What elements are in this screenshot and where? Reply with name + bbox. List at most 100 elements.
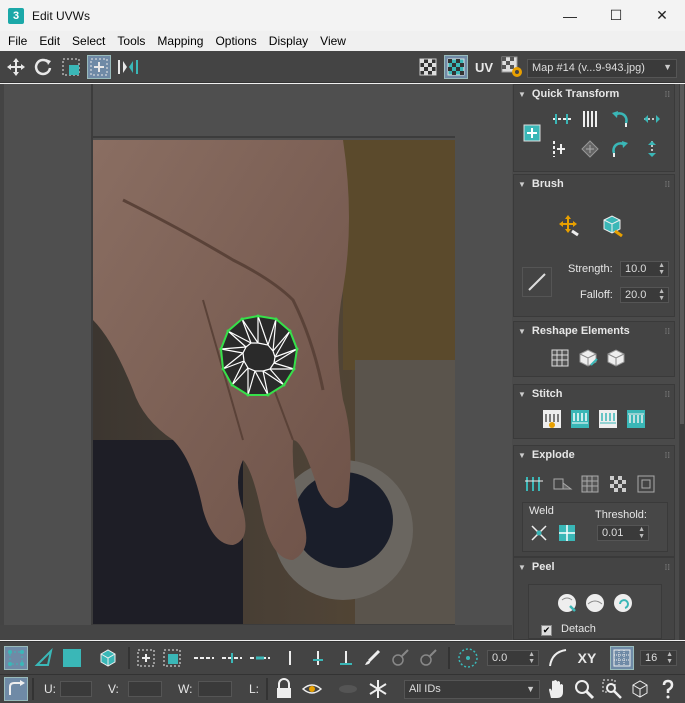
menu-mapping[interactable]: Mapping [151, 34, 209, 48]
spinner-arrows-icon[interactable]: ▲ ▼ [658, 262, 665, 276]
detach-checkbox[interactable]: ✔ [541, 625, 552, 636]
rollout-header-peel[interactable]: ▼ Peel ⁞⁞ [514, 558, 674, 576]
v-coordinate-field[interactable] [128, 681, 162, 697]
flatten-by-polygon-icon[interactable] [578, 472, 602, 496]
grid-snap-icon[interactable] [610, 646, 634, 670]
menu-view[interactable]: View [314, 34, 352, 48]
maximize-button[interactable]: ☐ [593, 0, 639, 31]
shrink-selection-icon[interactable] [160, 646, 184, 670]
lock-icon[interactable] [272, 677, 296, 701]
set-pivot-icon[interactable] [520, 121, 544, 145]
panel-scrollbar[interactable] [679, 84, 685, 640]
close-button[interactable]: ✕ [639, 0, 685, 31]
stitch-average-icon[interactable] [596, 407, 620, 431]
filter-icon[interactable] [336, 677, 360, 701]
pan-hand-icon[interactable] [544, 677, 568, 701]
loop-selection-icon[interactable] [192, 646, 216, 670]
detach-edge-icon[interactable] [550, 472, 574, 496]
shrink-ring-icon[interactable] [334, 646, 358, 670]
spinner-arrows-icon[interactable]: ▲ ▼ [638, 526, 645, 540]
quick-peel-icon[interactable] [555, 591, 579, 615]
mirror-icon[interactable] [116, 55, 140, 79]
straighten-icon[interactable] [578, 137, 602, 161]
space-horizontal-icon[interactable] [640, 107, 664, 131]
w-coordinate-field[interactable] [198, 681, 232, 697]
u-coordinate-field[interactable] [60, 681, 92, 697]
menu-edit[interactable]: Edit [33, 34, 66, 48]
minimize-button[interactable]: — [547, 0, 593, 31]
break-icon[interactable] [522, 472, 546, 496]
viewport-horizontal-scrollbar[interactable] [0, 625, 512, 640]
material-id-select[interactable]: All IDs ▼ [404, 680, 540, 699]
rotation-spinner[interactable]: 0.0 ▲ ▼ [487, 650, 539, 666]
straighten-selection-icon[interactable] [548, 346, 572, 370]
align-vertical-icon[interactable] [578, 107, 602, 131]
xy-plane-button[interactable]: XY [574, 646, 600, 670]
hide-eye-icon[interactable] [300, 677, 324, 701]
polygon-mode-icon[interactable] [60, 646, 84, 670]
space-vertical-icon[interactable] [640, 137, 664, 161]
flatten-icon[interactable] [604, 346, 628, 370]
paint-move-icon[interactable] [554, 211, 582, 239]
rollout-header-quick-transform[interactable]: ▼ Quick Transform ⁞⁞ [514, 85, 674, 103]
threshold-spinner[interactable]: 0.01 ▲ ▼ [597, 525, 649, 541]
absolute-offset-icon[interactable] [4, 677, 28, 701]
edge-mode-icon[interactable] [32, 646, 56, 670]
rotate-icon[interactable] [31, 55, 55, 79]
spinner-arrows-icon[interactable]: ▲ ▼ [528, 651, 535, 665]
flatten-by-smoothing-icon[interactable] [606, 472, 630, 496]
help-icon[interactable] [656, 677, 680, 701]
panel-scrollbar-thumb[interactable] [680, 84, 684, 424]
zoom-region-icon[interactable] [600, 677, 624, 701]
soft-selection-icon[interactable] [456, 646, 480, 670]
shrink-loop-icon[interactable] [248, 646, 272, 670]
menu-select[interactable]: Select [66, 34, 111, 48]
move-icon[interactable] [4, 55, 28, 79]
stitch-to-source-icon[interactable] [568, 407, 592, 431]
paint-select-icon[interactable] [360, 646, 384, 670]
grid-size-spinner[interactable]: 16 ▲ ▼ [640, 650, 677, 666]
strength-spinner[interactable]: 10.0 ▲ ▼ [620, 261, 669, 277]
zoom-extents-icon[interactable] [628, 677, 652, 701]
menu-display[interactable]: Display [263, 34, 314, 48]
weld-target-icon[interactable] [555, 521, 579, 545]
brush-falloff-icon[interactable] [522, 267, 552, 297]
relax-brush-icon[interactable] [598, 211, 626, 239]
vertex-mode-icon[interactable] [4, 646, 28, 670]
grow-selection-icon[interactable] [134, 646, 158, 670]
falloff-spinner[interactable]: 20.0 ▲ ▼ [620, 287, 669, 303]
zoom-icon[interactable] [572, 677, 596, 701]
ring-selection-icon[interactable] [278, 646, 302, 670]
align-horizontal-icon[interactable] [550, 107, 574, 131]
checker-toggle-icon[interactable] [416, 55, 440, 79]
uv-editor-viewport[interactable] [0, 84, 512, 640]
flatten-by-material-icon[interactable] [634, 472, 658, 496]
map-settings-icon[interactable] [500, 55, 524, 79]
rollout-header-stitch[interactable]: ▼ Stitch ⁞⁞ [514, 385, 674, 403]
paint-select-grow-icon[interactable] [388, 646, 412, 670]
menu-tools[interactable]: Tools [111, 34, 151, 48]
uv-mesh-selection[interactable] [218, 313, 300, 399]
align-to-edge-icon[interactable] [550, 137, 574, 161]
element-mode-icon[interactable] [96, 646, 120, 670]
rotate-cw-icon[interactable] [608, 137, 632, 161]
grow-ring-icon[interactable] [306, 646, 330, 670]
weld-selected-icon[interactable] [527, 521, 551, 545]
rollout-header-explode[interactable]: ▼ Explode ⁞⁞ [514, 446, 674, 464]
menu-options[interactable]: Options [209, 34, 262, 48]
rollout-header-brush[interactable]: ▼ Brush ⁞⁞ [514, 175, 674, 193]
stitch-to-target-icon[interactable] [624, 407, 648, 431]
scale-icon[interactable] [59, 55, 83, 79]
peel-mode-icon[interactable] [583, 591, 607, 615]
show-map-icon[interactable] [444, 55, 468, 79]
paint-select-shrink-icon[interactable] [416, 646, 440, 670]
menu-file[interactable]: File [2, 34, 33, 48]
reset-peel-icon[interactable] [611, 591, 635, 615]
uv-axis-button[interactable]: UV [472, 55, 496, 79]
texture-map-select[interactable]: Map #14 (v...9-943.jpg) ▼ [527, 59, 677, 78]
freeze-icon[interactable] [366, 677, 390, 701]
spinner-arrows-icon[interactable]: ▲ ▼ [658, 288, 665, 302]
rotate-ccw-icon[interactable] [608, 107, 632, 131]
grow-loop-icon[interactable] [220, 646, 244, 670]
stitch-custom-icon[interactable] [540, 407, 564, 431]
